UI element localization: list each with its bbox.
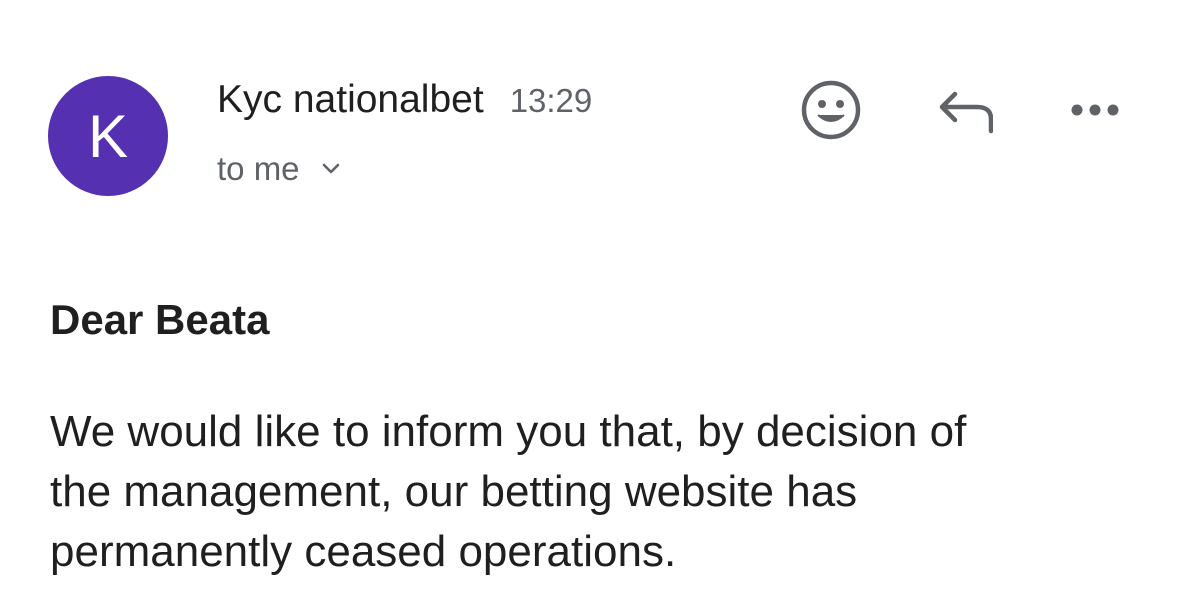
sender-name[interactable]: Kyc nationalbet [217, 78, 484, 122]
reply-button[interactable] [928, 77, 998, 147]
add-reaction-button[interactable] [796, 77, 866, 147]
avatar-initial: K [87, 102, 129, 170]
message-body-line: We would like to inform you that, by dec… [50, 407, 967, 456]
message-body: We would like to inform you that, by dec… [50, 402, 1130, 582]
message-body-line: the management, our betting website has [50, 467, 858, 516]
chevron-down-icon [320, 158, 342, 180]
smiley-face-icon [800, 79, 862, 146]
sender-avatar[interactable]: K [48, 76, 168, 196]
more-horizontal-icon [1067, 102, 1123, 123]
recipient-details-toggle[interactable]: to me [217, 150, 342, 188]
sender-row: Kyc nationalbet 13:29 [217, 78, 592, 122]
message-greeting: Dear Beata [50, 296, 270, 343]
recipient-label: to me [217, 150, 300, 187]
message-time: 13:29 [509, 82, 593, 119]
more-options-button[interactable] [1060, 77, 1130, 147]
reply-arrow-icon [933, 85, 994, 140]
message-body-line: permanently ceased operations. [50, 527, 677, 576]
